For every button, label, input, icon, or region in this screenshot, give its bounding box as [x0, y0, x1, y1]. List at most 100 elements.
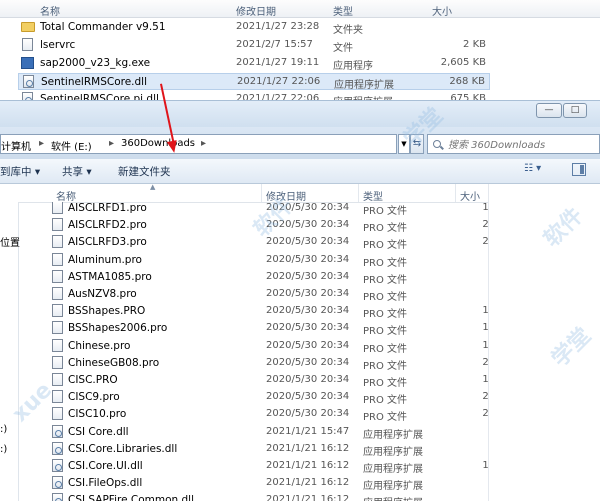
search-icon — [433, 140, 441, 148]
column-type[interactable]: 类型 — [333, 3, 353, 18]
maximize-button[interactable]: □ — [563, 103, 587, 118]
file-icon — [22, 38, 33, 51]
dll-icon — [52, 424, 63, 438]
file-row[interactable]: CISC9.pro 2020/5/30 20:34 PRO 文件 298 KB — [48, 389, 488, 406]
column-date[interactable]: 修改日期 — [266, 188, 306, 203]
file-type: PRO 文件 — [363, 326, 408, 338]
column-name[interactable]: 名称 — [56, 188, 76, 203]
file-row[interactable]: AISCLRFD3.pro 2020/5/30 20:34 PRO 文件 298 KB — [48, 234, 488, 251]
file-type: PRO 文件 — [363, 378, 408, 389]
file-date: 2021/1/27 22:06 — [237, 76, 321, 87]
file-name: CSI.FileOps.dll — [68, 477, 143, 490]
navigation-pane[interactable]: 位置 :) :) — [0, 184, 20, 501]
file-date: 2020/5/30 20:34 — [266, 374, 350, 385]
breadcrumb-folder[interactable]: 360Downloads — [121, 138, 195, 149]
file-date: 2020/5/30 20:34 — [266, 356, 350, 368]
background-column-header: 名称 修改日期 类型 大小 — [0, 0, 600, 18]
file-date: 2021/1/27 23:28 — [236, 21, 320, 32]
file-date: 2020/5/30 20:34 — [266, 219, 350, 231]
file-row[interactable]: CSI Core.dll 2021/1/21 15:47 应用程序扩展 9 KB — [48, 424, 488, 441]
minimize-button[interactable]: — — [536, 103, 562, 118]
breadcrumb-separator-icon[interactable]: ▸ — [201, 138, 206, 149]
exe-icon — [21, 57, 34, 69]
file-row[interactable]: Chinese.pro 2020/5/30 20:34 PRO 文件 142 KB — [48, 338, 488, 355]
column-size[interactable]: 大小 — [460, 188, 480, 203]
file-type: PRO 文件 — [363, 257, 408, 269]
file-size: 229 KB — [482, 356, 488, 368]
column-size[interactable]: 大小 — [432, 3, 452, 18]
file-date: 2020/5/30 20:34 — [266, 339, 350, 351]
preview-pane-icon[interactable] — [572, 163, 586, 176]
file-row[interactable]: AusNZV8.pro 2020/5/30 20:34 PRO 文件 96 KB — [48, 286, 488, 303]
file-row[interactable]: BSShapes.PRO 2020/5/30 20:34 PRO 文件 127 KB — [48, 303, 488, 320]
file-icon — [52, 304, 63, 318]
file-row[interactable]: SentinelRMSCore.dll 2021/1/27 22:06 应用程序扩展… — [18, 73, 490, 91]
refresh-icon[interactable]: ⇆ — [410, 134, 424, 154]
nav-item-drive[interactable]: :) — [0, 444, 7, 455]
file-type: 应用程序扩展 — [363, 481, 423, 493]
file-size: 2,605 KB — [440, 57, 486, 68]
file-row[interactable]: BSShapes2006.pro 2020/5/30 20:34 PRO 文件 130… — [48, 320, 488, 337]
file-size: 298 KB — [482, 391, 488, 403]
file-name: CSI.Core.UI.dll — [68, 460, 143, 472]
file-list[interactable]: AISCLRFD1.pro 2020/5/30 20:34 PRO 文件 130 KB… — [18, 202, 488, 501]
file-date: 2020/5/30 20:34 — [266, 391, 350, 403]
column-type[interactable]: 类型 — [363, 188, 383, 203]
file-size: 96 KB — [438, 288, 488, 299]
file-icon — [52, 390, 63, 404]
file-row[interactable]: Total Commander v9.51 2021/1/27 23:28 文件夹 — [18, 19, 490, 36]
file-type: 应用程序扩展 — [363, 446, 423, 458]
file-row[interactable]: Aluminum.pro 2020/5/30 20:34 PRO 文件 88 KB — [48, 252, 488, 269]
file-type: 应用程序扩展 — [363, 494, 423, 501]
nav-item-location[interactable]: 位置 — [0, 234, 20, 249]
share-button[interactable]: 共享 ▾ — [62, 164, 92, 179]
file-row[interactable]: CSI.Core.Libraries.dll 2021/1/21 16:12 应用程… — [48, 441, 488, 458]
file-row[interactable]: ChineseGB08.pro 2020/5/30 20:34 PRO 文件 229 … — [48, 355, 488, 372]
file-row[interactable]: CSI.Core.UI.dll 2021/1/21 16:12 应用程序扩展 128 … — [48, 458, 488, 475]
file-row[interactable]: ASTMA1085.pro 2020/5/30 20:34 PRO 文件 54 KB — [48, 269, 488, 286]
file-type: PRO 文件 — [363, 223, 408, 235]
file-name: AISCLRFD3.pro — [68, 236, 147, 249]
breadcrumb-separator-icon[interactable]: ▸ — [39, 138, 44, 149]
file-row[interactable]: sap2000_v23_kg.exe 2021/1/27 19:11 应用程序 2,6… — [18, 55, 490, 72]
file-row[interactable]: CSI.SAPFire.Common.dll 2021/1/21 16:12 应用程… — [48, 492, 488, 501]
file-date: 2020/5/30 20:34 — [266, 288, 350, 299]
file-type: PRO 文件 — [363, 343, 408, 355]
folder-icon — [21, 22, 35, 32]
file-row[interactable]: CISC.PRO 2020/5/30 20:34 PRO 文件 181 KB — [48, 372, 488, 389]
file-icon — [52, 269, 63, 283]
file-size: 130 KB — [482, 202, 488, 213]
file-name: Total Commander v9.51 — [40, 21, 166, 33]
new-folder-button[interactable]: 新建文件夹 — [118, 164, 171, 179]
search-box[interactable] — [427, 134, 600, 154]
file-date: 2020/5/30 20:34 — [266, 270, 350, 282]
file-icon — [52, 218, 63, 232]
title-bar[interactable]: — □ — [0, 100, 600, 128]
file-icon — [52, 373, 63, 386]
command-bar: 到库中 ▾ 共享 ▾ 新建文件夹 ☷ ▾ — [0, 159, 600, 184]
file-name: BSShapes2006.pro — [68, 322, 168, 335]
column-date[interactable]: 修改日期 — [236, 3, 276, 18]
view-options-button[interactable]: ☷ ▾ — [524, 163, 562, 178]
file-row[interactable]: CISC10.pro 2020/5/30 20:34 PRO 文件 298 KB — [48, 406, 488, 423]
breadcrumb[interactable]: 计算机 ▸ 软件 (E:) ▸ 360Downloads ▸ — [0, 134, 397, 154]
search-input[interactable] — [446, 137, 600, 153]
nav-item-drive[interactable]: :) — [0, 424, 7, 435]
dll-icon — [52, 441, 63, 455]
file-name: AusNZV8.pro — [68, 288, 137, 300]
file-row[interactable]: AISCLRFD2.pro 2020/5/30 20:34 PRO 文件 207 KB — [48, 217, 488, 234]
file-row[interactable]: lservrc 2021/2/7 15:57 文件 2 KB — [18, 37, 490, 54]
file-type: 应用程序扩展 — [363, 464, 423, 475]
breadcrumb-drive[interactable]: 软件 (E:) — [51, 138, 92, 153]
include-in-library-button[interactable]: 到库中 ▾ — [0, 164, 40, 179]
column-name[interactable]: 名称 — [40, 3, 60, 18]
file-type: 应用程序扩展 — [334, 80, 394, 91]
address-dropdown-icon[interactable]: ▼ — [398, 134, 410, 154]
file-row[interactable]: AISCLRFD1.pro 2020/5/30 20:34 PRO 文件 130 KB — [48, 202, 488, 217]
file-row[interactable]: CSI.FileOps.dll 2021/1/21 16:12 应用程序扩展 23 K… — [48, 475, 488, 492]
explorer-window: — □ 计算机 ▸ 软件 (E:) ▸ 360Downloads ▸ ▼ ⇆ 到… — [0, 100, 600, 501]
file-name: SentinelRMSCore.dll — [41, 76, 148, 88]
breadcrumb-computer[interactable]: 计算机 — [1, 138, 31, 153]
file-name: CISC10.pro — [68, 408, 127, 421]
breadcrumb-separator-icon[interactable]: ▸ — [109, 138, 114, 149]
